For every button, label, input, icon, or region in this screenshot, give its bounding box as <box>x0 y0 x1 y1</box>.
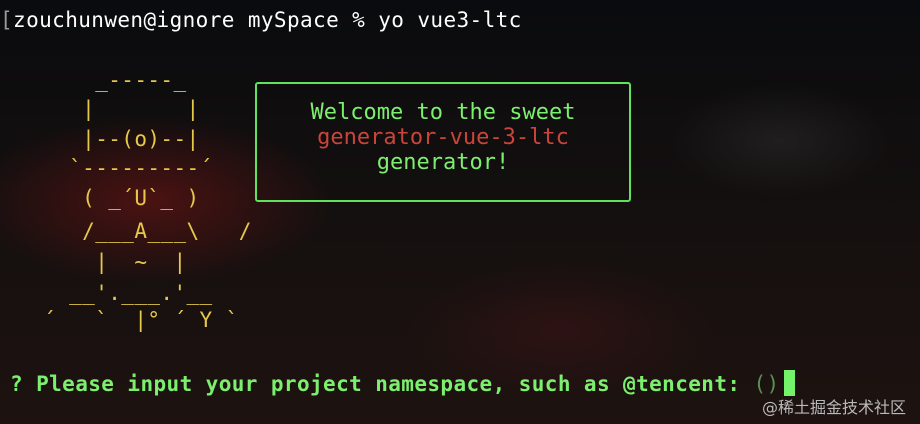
generator-name: generator-vue-3-ltc <box>317 125 569 150</box>
command-text: zouchunwen@ignore mySpace % yo vue3-ltc <box>13 8 522 32</box>
command-bracket: [ <box>0 8 14 32</box>
watermark: @稀土掘金技术社区 <box>761 398 906 417</box>
ascii-art-line: |--(o)--| <box>30 127 200 151</box>
ascii-art-line: | ~ | <box>30 250 187 274</box>
ascii-art-line: ´ ` |° ´ Y ` <box>30 308 239 332</box>
welcome-line-1: Welcome to the sweet <box>310 100 576 125</box>
namespace-prompt[interactable]: ? Please input your project namespace, s… <box>10 370 795 396</box>
ascii-art-line: __'.___.'__ <box>30 281 213 305</box>
ascii-art-line: ( _´U`_ ) <box>30 186 200 210</box>
prompt-default-hint: () <box>753 372 780 396</box>
terminal-background <box>0 0 920 424</box>
ascii-art-line: /___A___\ / <box>30 219 252 243</box>
ascii-art-line: `---------´ <box>30 156 213 180</box>
command-line: [zouchunwen@ignore mySpace % yo vue3-ltc <box>0 8 522 32</box>
prompt-question-mark: ? <box>10 372 24 396</box>
ascii-art-line: | | <box>30 97 200 121</box>
welcome-line-3: generator! <box>376 150 510 175</box>
text-cursor[interactable] <box>783 370 795 396</box>
ascii-art-line: _-----_ <box>30 68 187 92</box>
prompt-text: Please input your project namespace, suc… <box>36 372 741 396</box>
welcome-box: Welcome to the sweet generator-vue-3-ltc… <box>255 82 631 202</box>
